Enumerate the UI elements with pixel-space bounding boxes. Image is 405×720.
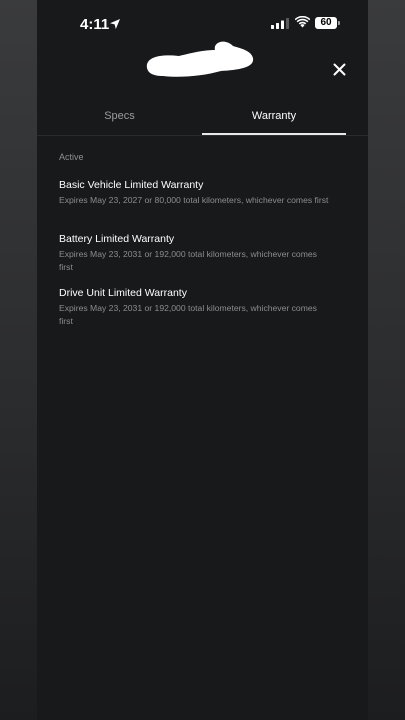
warranty-list: Basic Vehicle Limited Warranty Expires M… (59, 178, 329, 340)
close-button[interactable] (327, 58, 351, 80)
close-icon (333, 63, 345, 75)
status-time: 4:11 (80, 16, 110, 33)
app-screen: 4:11 60 Specs Warranty Active Basic Vehi… (37, 0, 368, 720)
warranty-description: Expires May 23, 2031 or 192,000 total ki… (59, 249, 317, 272)
wifi-icon (295, 16, 310, 28)
warranty-description: Expires May 23, 2027 or 80,000 total kil… (59, 195, 329, 205)
warranty-description: Expires May 23, 2031 or 192,000 total ki… (59, 303, 317, 326)
warranty-item-drive-unit: Drive Unit Limited Warranty Expires May … (59, 286, 329, 340)
tab-specs[interactable]: Specs (37, 96, 202, 136)
warranty-item-basic-vehicle: Basic Vehicle Limited Warranty Expires M… (59, 178, 329, 232)
redaction-scribble (146, 41, 254, 77)
warranty-title: Drive Unit Limited Warranty (59, 287, 187, 299)
warranty-title: Basic Vehicle Limited Warranty (59, 179, 204, 191)
tab-bar: Specs Warranty (37, 96, 368, 136)
section-label-active: Active (59, 152, 84, 162)
battery-indicator: 60 (315, 17, 340, 29)
location-arrow-icon (110, 19, 120, 29)
warranty-item-battery: Battery Limited Warranty Expires May 23,… (59, 232, 329, 286)
cellular-signal-icon (271, 18, 289, 29)
warranty-title: Battery Limited Warranty (59, 233, 175, 245)
tab-warranty[interactable]: Warranty (202, 96, 346, 136)
active-tab-indicator (202, 133, 346, 135)
